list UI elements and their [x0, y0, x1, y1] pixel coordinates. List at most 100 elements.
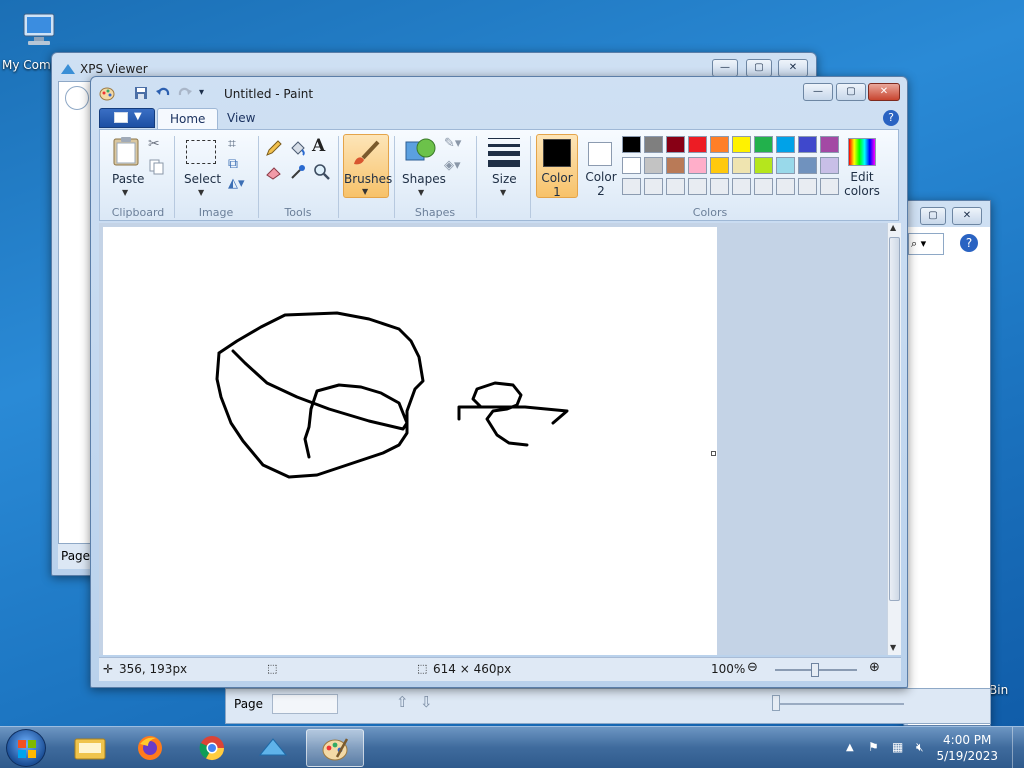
palette-swatch[interactable]: [710, 178, 729, 195]
shapes-label[interactable]: Shapes: [402, 172, 446, 186]
rotate-icon[interactable]: ◭▾: [228, 176, 246, 194]
redo-icon[interactable]: [177, 85, 193, 101]
taskbar-firefox[interactable]: [122, 729, 180, 767]
eraser-icon[interactable]: [264, 162, 284, 182]
brushes-button[interactable]: Brushes ▼: [343, 134, 392, 198]
clock[interactable]: 4:00 PM 5/19/2023: [936, 732, 998, 764]
tab-view[interactable]: View: [215, 108, 267, 130]
scroll-up-icon[interactable]: ▲: [890, 223, 896, 232]
scroll-down-icon[interactable]: ▼: [890, 643, 896, 652]
fill-shape-icon[interactable]: ◈▾: [444, 158, 462, 176]
arrow-down-icon[interactable]: ⇩: [420, 693, 433, 711]
palette-swatch[interactable]: [776, 178, 795, 195]
page-number-input[interactable]: [272, 694, 338, 714]
recycle-bin-label[interactable]: Bin: [989, 683, 1008, 697]
palette-swatch[interactable]: [754, 178, 773, 195]
undo-icon[interactable]: [155, 85, 171, 101]
show-desktop-button[interactable]: [1012, 727, 1024, 768]
search-dropdown[interactable]: ⌕ ▾: [908, 233, 944, 255]
outline-icon[interactable]: ✎▾: [444, 136, 462, 154]
palette-swatch[interactable]: [776, 157, 795, 174]
color1-button[interactable]: Color 1: [536, 134, 578, 199]
zoom-in-icon[interactable]: ⊕: [869, 660, 880, 675]
start-button[interactable]: [6, 729, 46, 767]
back-button[interactable]: [65, 86, 89, 110]
palette-swatch[interactable]: [688, 157, 707, 174]
show-hidden-icons[interactable]: ▲: [846, 742, 862, 758]
chevron-down-icon[interactable]: ▼: [122, 188, 128, 197]
color2-button[interactable]: Color 2: [582, 134, 622, 198]
close-button[interactable]: ✕: [952, 207, 982, 225]
palette-swatch[interactable]: [732, 157, 751, 174]
palette-swatch[interactable]: [666, 136, 685, 153]
crop-icon[interactable]: ⌗: [228, 136, 246, 154]
drawing-canvas[interactable]: [103, 227, 717, 655]
minimize-button[interactable]: —: [712, 59, 738, 77]
shapes-icon[interactable]: [404, 136, 438, 166]
palette-swatch[interactable]: [776, 136, 795, 153]
select-icon[interactable]: [186, 140, 216, 164]
palette-swatch[interactable]: [688, 178, 707, 195]
taskbar-chrome[interactable]: [184, 729, 242, 767]
palette-swatch[interactable]: [688, 136, 707, 153]
taskbar-paint[interactable]: [306, 729, 364, 767]
select-label[interactable]: Select: [184, 172, 221, 186]
magnifier-icon[interactable]: [312, 162, 332, 182]
customize-qat-icon[interactable]: ▾: [199, 87, 204, 98]
volume-muted-icon[interactable]: 🔇︎: [916, 740, 932, 756]
copy-icon[interactable]: [148, 158, 166, 176]
palette-swatch[interactable]: [798, 157, 817, 174]
palette-swatch[interactable]: [754, 136, 773, 153]
xps-viewer-window-2[interactable]: ▢ ✕ ⌕ ▾ ?: [903, 200, 991, 726]
size-label[interactable]: Size: [492, 172, 517, 186]
taskbar-xps-viewer[interactable]: [244, 729, 302, 767]
palette-swatch[interactable]: [820, 157, 839, 174]
pencil-icon[interactable]: [264, 138, 284, 158]
chevron-down-icon[interactable]: ▼: [418, 188, 424, 197]
palette-swatch[interactable]: [710, 136, 729, 153]
canvas-resize-handle[interactable]: [711, 451, 716, 456]
tab-home[interactable]: Home: [157, 108, 219, 130]
palette-swatch[interactable]: [644, 178, 663, 195]
palette-swatch[interactable]: [644, 136, 663, 153]
palette-swatch[interactable]: [710, 157, 729, 174]
maximize-button[interactable]: ▢: [920, 207, 946, 225]
palette-swatch[interactable]: [732, 178, 751, 195]
chevron-down-icon[interactable]: ▼: [198, 188, 204, 197]
palette-swatch[interactable]: [798, 178, 817, 195]
maximize-button[interactable]: ▢: [746, 59, 772, 77]
close-button[interactable]: ✕: [778, 59, 808, 77]
close-button[interactable]: ✕: [868, 83, 900, 101]
arrow-up-icon[interactable]: ⇧: [396, 693, 409, 711]
cut-icon[interactable]: ✂: [148, 136, 166, 154]
palette-swatch[interactable]: [622, 157, 641, 174]
palette-swatch[interactable]: [622, 178, 641, 195]
palette-swatch[interactable]: [622, 136, 641, 153]
zoom-slider-thumb[interactable]: [811, 663, 819, 677]
palette-swatch[interactable]: [820, 136, 839, 153]
text-icon[interactable]: A: [312, 136, 330, 156]
fill-icon[interactable]: [288, 138, 308, 158]
palette-swatch[interactable]: [798, 136, 817, 153]
edit-colors-button[interactable]: Edit colors: [840, 134, 884, 200]
save-icon[interactable]: [133, 85, 149, 101]
minimize-button[interactable]: —: [803, 83, 833, 101]
palette-swatch[interactable]: [754, 157, 773, 174]
maximize-button[interactable]: ▢: [836, 83, 866, 101]
zoom-out-icon[interactable]: ⊖: [747, 660, 758, 675]
paste-icon[interactable]: [112, 136, 140, 166]
help-icon[interactable]: ?: [960, 234, 978, 252]
chevron-down-icon[interactable]: ▼: [500, 188, 506, 197]
palette-swatch[interactable]: [666, 157, 685, 174]
palette-swatch[interactable]: [732, 136, 751, 153]
taskbar-explorer[interactable]: [62, 729, 120, 767]
paste-label[interactable]: Paste: [112, 172, 144, 186]
help-icon[interactable]: ?: [883, 110, 899, 126]
zoom-slider-thumb[interactable]: [772, 695, 780, 711]
network-icon[interactable]: ▦: [892, 740, 908, 756]
scrollbar-thumb[interactable]: [889, 237, 900, 601]
vertical-scrollbar[interactable]: ▲ ▼: [887, 223, 901, 655]
palette-swatch[interactable]: [666, 178, 685, 195]
paint-window[interactable]: ▾ Untitled - Paint — ▢ ✕ ▼ Home View ? P…: [90, 76, 908, 688]
palette-swatch[interactable]: [644, 157, 663, 174]
